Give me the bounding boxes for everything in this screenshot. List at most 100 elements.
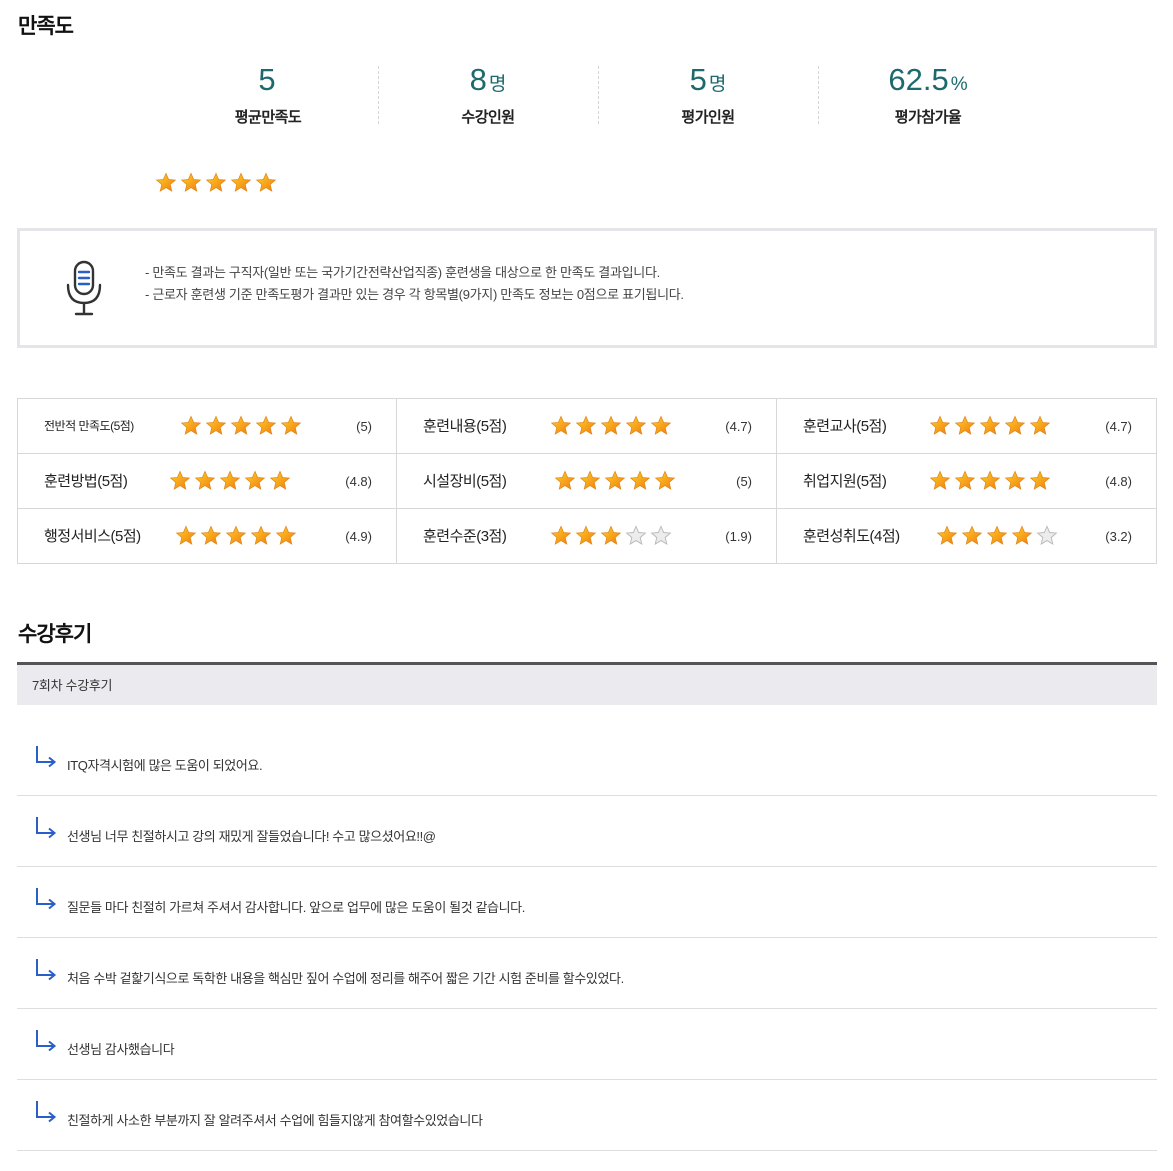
star-filled-icon: [929, 415, 951, 435]
stat-label: 평가참가율: [894, 109, 962, 126]
stat-average-satisfaction: 5 평균만족도: [158, 58, 378, 130]
review-item: 질문들 마다 친절히 가르쳐 주셔서 감사합니다. 앞으로 업무에 많은 도움이…: [17, 867, 1157, 938]
star-empty-icon: [1036, 525, 1058, 546]
star-filled-icon: [1029, 470, 1051, 490]
rating-cell: 시설장비(5점) (5): [397, 454, 777, 509]
rating-score: (5): [736, 474, 752, 489]
rating-cell: 훈련수준(3점) (1.9): [397, 509, 777, 563]
microphone-icon: [66, 260, 102, 316]
rating-stars: [936, 525, 1058, 547]
star-filled-icon: [280, 415, 302, 435]
star-filled-icon: [625, 415, 647, 435]
stat-value: 62.5: [888, 62, 949, 97]
stat-label: 평균만족도: [234, 109, 302, 126]
star-filled-icon: [979, 470, 1001, 490]
star-filled-icon: [1004, 415, 1026, 435]
review-text: 질문들 마다 친절히 가르쳐 주셔서 감사합니다. 앞으로 업무에 많은 도움이…: [67, 900, 525, 915]
stat-unit: 명: [708, 74, 727, 95]
rating-stars: [180, 415, 302, 437]
stat-unit: %: [950, 74, 968, 95]
star-filled-icon: [579, 470, 601, 490]
star-filled-icon: [180, 172, 202, 192]
stat-value: 5: [689, 62, 707, 97]
rating-stars: [550, 415, 672, 437]
star-filled-icon: [244, 470, 266, 490]
star-filled-icon: [205, 172, 227, 192]
star-empty-icon: [625, 525, 647, 546]
review-text: 선생님 너무 친절하시고 강의 재밌게 잘들었습니다! 수고 많으셨어요!!@: [67, 829, 436, 844]
review-round-label: 7회차 수강후기: [32, 678, 113, 693]
reply-arrow-icon: [34, 887, 58, 913]
rating-score: (1.9): [725, 529, 752, 544]
stat-label: 평가인원: [681, 109, 735, 126]
review-item: 처음 수박 겉핥기식으로 독학한 내용을 핵심만 짚어 수업에 정리를 해주어 …: [17, 938, 1157, 1009]
star-filled-icon: [936, 525, 958, 545]
stat-unit: 명: [488, 74, 507, 95]
star-filled-icon: [654, 470, 676, 490]
rating-cell: 훈련내용(5점) (4.7): [397, 399, 777, 454]
star-filled-icon: [275, 525, 297, 545]
stat-label: 수강인원: [461, 109, 515, 126]
stat-value: 8: [469, 62, 487, 97]
rating-stars: [550, 525, 672, 547]
rating-label: 훈련수준(3점): [423, 528, 507, 545]
review-text: ITQ자격시험에 많은 도움이 되었어요.: [67, 758, 263, 773]
rating-score: (4.7): [725, 419, 752, 434]
rating-stars: [929, 415, 1051, 437]
star-filled-icon: [979, 415, 1001, 435]
star-filled-icon: [230, 172, 252, 192]
review-round-header: 7회차 수강후기: [17, 662, 1157, 705]
rating-stars: [554, 470, 676, 492]
rating-score: (5): [356, 419, 372, 434]
rating-cell: 훈련방법(5점) (4.8): [18, 454, 397, 509]
rating-label: 훈련방법(5점): [44, 473, 128, 490]
rating-score: (3.2): [1105, 529, 1132, 544]
rating-score: (4.8): [345, 474, 372, 489]
review-text: 선생님 감사했습니다: [67, 1042, 175, 1057]
rating-label: 시설장비(5점): [423, 473, 507, 490]
stat-enrolled: 8명 수강인원: [378, 58, 598, 130]
notice-line: - 만족도 결과는 구직자(일반 또는 국가기간전략산업직종) 훈련생을 대상으…: [145, 265, 660, 280]
star-filled-icon: [600, 415, 622, 435]
rating-score: (4.9): [345, 529, 372, 544]
review-item: 선생님 감사했습니다: [17, 1009, 1157, 1080]
satisfaction-title: 만족도: [18, 15, 74, 38]
reply-arrow-icon: [34, 1029, 58, 1055]
rating-cell: 훈련교사(5점) (4.7): [777, 399, 1156, 454]
star-filled-icon: [269, 470, 291, 490]
notice-line: - 근로자 훈련생 기준 만족도평가 결과만 있는 경우 각 항목별(9가지) …: [145, 287, 684, 302]
reply-arrow-icon: [34, 958, 58, 984]
star-filled-icon: [954, 470, 976, 490]
star-filled-icon: [650, 415, 672, 435]
rating-stars: [929, 470, 1051, 492]
star-empty-icon: [650, 525, 672, 546]
star-filled-icon: [554, 470, 576, 490]
satisfaction-stats: 5 평균만족도 8명 수강인원 5명 평가인원 62.5% 평가참가율: [158, 58, 1038, 130]
reply-arrow-icon: [34, 816, 58, 842]
rating-cell: 행정서비스(5점) (4.9): [18, 509, 397, 563]
star-filled-icon: [255, 172, 277, 192]
rating-cell: 전반적 만족도(5점) (5): [18, 399, 397, 454]
star-filled-icon: [550, 525, 572, 545]
reply-arrow-icon: [34, 745, 58, 771]
rating-table: 전반적 만족도(5점) (5) 훈련내용(5점) (4.7) 훈련교사(5점) …: [17, 398, 1157, 564]
star-filled-icon: [550, 415, 572, 435]
star-filled-icon: [250, 525, 272, 545]
star-filled-icon: [575, 525, 597, 545]
star-filled-icon: [200, 525, 222, 545]
star-filled-icon: [1029, 415, 1051, 435]
rating-label: 훈련내용(5점): [423, 418, 507, 435]
rating-score: (4.7): [1105, 419, 1132, 434]
rating-label: 행정서비스(5점): [44, 528, 141, 545]
review-list: ITQ자격시험에 많은 도움이 되었어요. 선생님 너무 친절하시고 강의 재밌…: [17, 725, 1157, 1151]
star-filled-icon: [194, 470, 216, 490]
overall-star-rating: [155, 172, 277, 194]
star-filled-icon: [219, 470, 241, 490]
reviews-title: 수강후기: [18, 623, 92, 646]
star-filled-icon: [175, 525, 197, 545]
star-filled-icon: [604, 470, 626, 490]
star-filled-icon: [954, 415, 976, 435]
rating-label: 전반적 만족도(5점): [44, 419, 134, 433]
stat-value: 5: [258, 62, 276, 97]
review-item: 선생님 너무 친절하시고 강의 재밌게 잘들었습니다! 수고 많으셨어요!!@: [17, 796, 1157, 867]
